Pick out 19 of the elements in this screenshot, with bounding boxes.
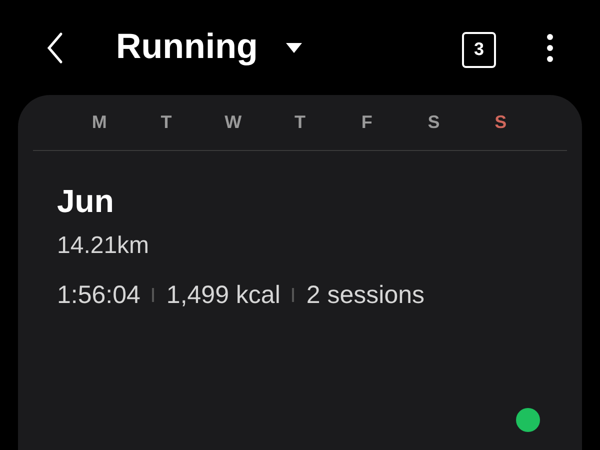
sport-dropdown[interactable]: Running: [116, 21, 302, 74]
status-dot-icon: [516, 408, 540, 432]
weekday-label: S: [426, 111, 441, 134]
weekday-label: F: [360, 111, 374, 134]
back-icon: [46, 32, 64, 64]
weekday-label: W: [224, 111, 243, 134]
stat-value: 1:56:04: [57, 280, 140, 311]
weekday-label: S: [494, 111, 508, 134]
more-button[interactable]: [546, 32, 554, 62]
weekday-label: T: [160, 111, 173, 134]
caret-icon: [286, 42, 302, 52]
month-label: Jun: [57, 182, 115, 221]
distance-value: 14.21km: [57, 231, 150, 261]
stat-value: 1,499 kcal: [166, 280, 280, 311]
more-icon: [546, 32, 554, 62]
stat-value: 2 sessions: [306, 280, 425, 311]
calendar-button[interactable]: 3: [462, 32, 496, 68]
weekday-label: M: [90, 111, 108, 134]
weekday-label: T: [294, 111, 306, 134]
